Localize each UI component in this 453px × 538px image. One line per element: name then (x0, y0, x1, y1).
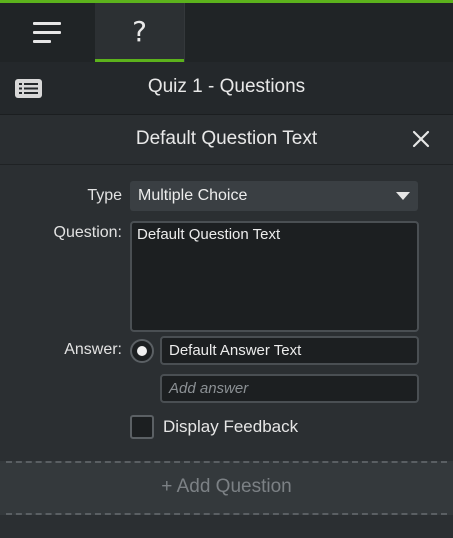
question-title-bar: Default Question Text (0, 115, 453, 165)
tab-bar: ? (0, 3, 453, 62)
type-label: Type (87, 187, 122, 204)
question-textarea[interactable]: Default Question Text (130, 221, 419, 332)
tab-divider (184, 3, 185, 62)
answer-label: Answer: (64, 341, 122, 358)
panel-footer (0, 515, 453, 538)
question-form: Type Multiple Choice Question: Default Q… (0, 165, 453, 461)
question-title: Default Question Text (135, 128, 318, 149)
display-feedback-label: Display Feedback (163, 417, 299, 436)
quiz-panel: ? Quiz 1 - Questions Default Question Te… (0, 0, 453, 538)
close-icon[interactable] (411, 129, 431, 149)
hamburger-icon (33, 21, 61, 44)
quiz-title: Quiz 1 - Questions (147, 76, 306, 97)
help-icon: ? (132, 14, 147, 48)
tab-menu[interactable] (0, 3, 94, 62)
add-answer-input[interactable]: Add answer (160, 374, 419, 403)
chevron-down-icon (396, 192, 410, 200)
radio-selected-dot (137, 346, 147, 356)
question-label: Question: (53, 224, 122, 241)
display-feedback-checkbox[interactable] (130, 415, 154, 439)
type-select[interactable]: Multiple Choice (130, 181, 418, 211)
type-select-value: Multiple Choice (138, 187, 248, 204)
answer-input[interactable]: Default Answer Text (160, 336, 419, 365)
quiz-header: Quiz 1 - Questions (0, 62, 453, 115)
dashed-divider (6, 461, 447, 463)
answer-correct-radio[interactable] (130, 339, 154, 363)
add-question-area: + Add Question (0, 461, 453, 515)
add-question-button[interactable]: + Add Question (0, 476, 453, 498)
tab-help[interactable]: ? (95, 3, 184, 62)
